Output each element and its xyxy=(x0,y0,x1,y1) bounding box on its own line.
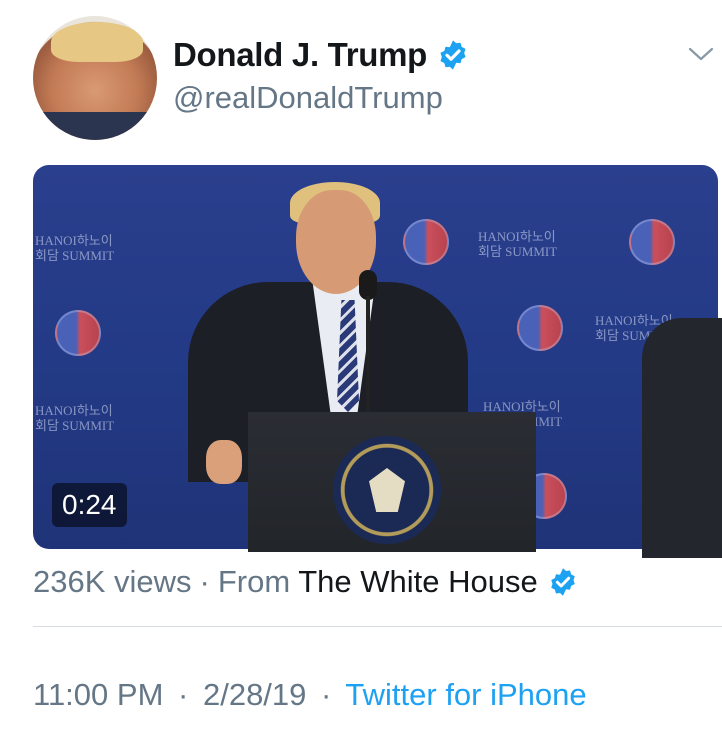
bystander xyxy=(642,318,722,558)
client-link[interactable]: Twitter for iPhone xyxy=(345,677,586,712)
video-duration-badge: 0:24 xyxy=(52,483,127,527)
summit-logo-icon xyxy=(55,310,101,356)
backdrop-text: HANOI하노이 회담 SUMMIT xyxy=(35,403,115,433)
summit-logo-icon xyxy=(403,219,449,265)
source-link[interactable]: The White House xyxy=(298,564,538,600)
user-handle[interactable]: @realDonaldTrump xyxy=(173,80,443,116)
tweet-time[interactable]: 11:00 PM xyxy=(33,677,163,712)
verified-badge-icon xyxy=(440,40,466,70)
separator: · xyxy=(321,677,332,712)
views-row: 236K views · From The White House xyxy=(33,564,578,600)
display-name[interactable]: Donald J. Trump xyxy=(173,36,427,74)
verified-badge-icon xyxy=(550,568,575,596)
name-row: Donald J. Trump xyxy=(173,36,469,74)
chevron-down-icon[interactable] xyxy=(688,46,714,62)
backdrop-text: HANOI하노이 회담 SUMMIT xyxy=(478,229,558,259)
divider xyxy=(33,626,722,627)
tweet-date[interactable]: 2/28/19 xyxy=(203,677,306,712)
avatar-hair xyxy=(51,22,143,62)
tweet-meta: 11:00 PM · 2/28/19 · Twitter for iPhone xyxy=(33,677,587,713)
summit-logo-icon xyxy=(629,219,675,265)
microphone-stand xyxy=(366,296,370,426)
view-count: 236K views xyxy=(33,564,192,599)
avatar-shirt xyxy=(33,112,157,140)
separator: · xyxy=(199,564,210,599)
from-label: From xyxy=(217,564,291,599)
separator: · xyxy=(178,677,189,712)
backdrop-text: HANOI하노이 회담 SUMMIT xyxy=(35,233,115,263)
speaker-hand xyxy=(206,440,242,484)
profile-avatar[interactable] xyxy=(33,16,157,140)
summit-logo-icon xyxy=(517,305,563,351)
